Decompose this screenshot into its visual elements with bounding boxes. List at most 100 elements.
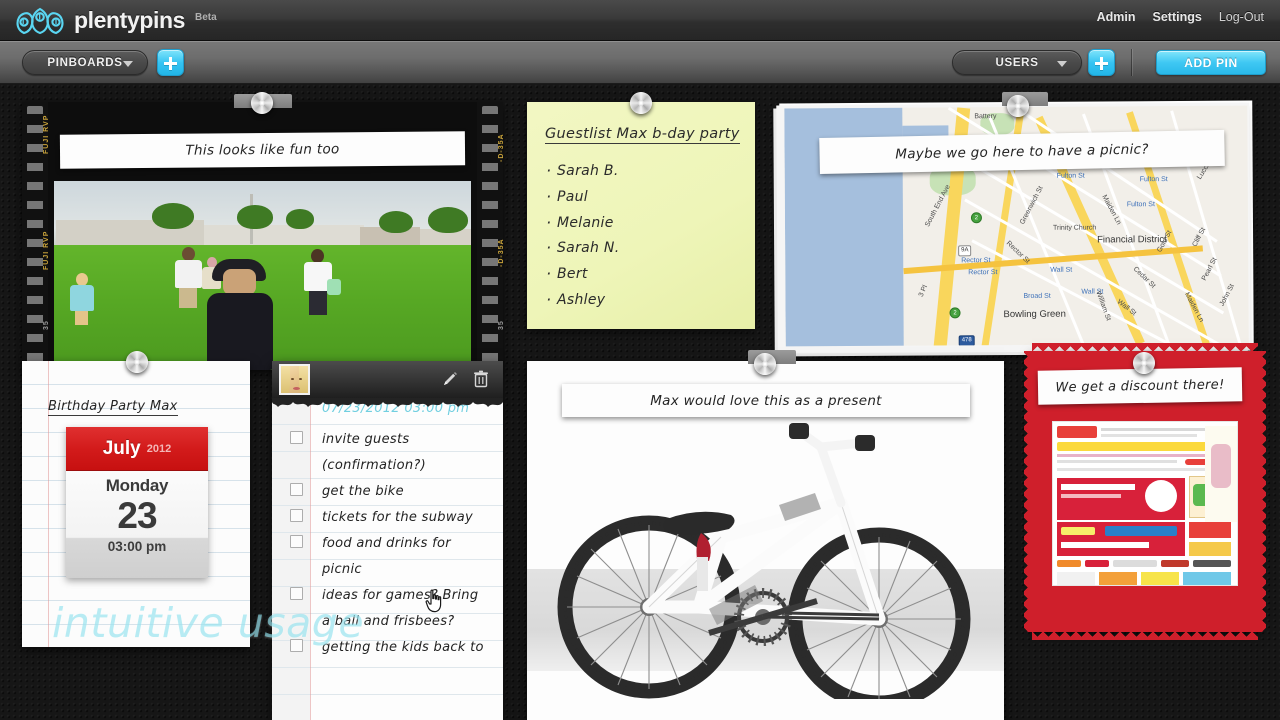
checklist-item[interactable]: invite guests [272,427,503,453]
pin-card-video[interactable]: FUJI RVP FUJI RVP 35 -D-35A -D-35A 35 Th… [22,92,503,370]
users-dropdown[interactable]: USERS [952,50,1082,75]
plentypins-pins-crown-logo-icon [16,7,64,35]
map-label: Broad St [1023,292,1051,300]
metal-pin-icon[interactable] [754,353,776,375]
pinboards-dropdown[interactable]: PINBOARDS [22,50,148,75]
map-label: 3 Pl [917,284,930,298]
pin-card-calendar[interactable]: Birthday Party Max July 2012 Monday 23 0… [22,361,250,647]
chevron-down-icon [123,61,133,67]
checklist-item-label: invite guests [322,432,410,447]
checklist-item[interactable]: food and drinks for [272,531,503,557]
metal-pin-icon[interactable] [1133,352,1155,374]
app-name: plentypins [74,6,186,33]
card-toolbar [272,361,503,398]
metal-pin-icon[interactable] [630,92,652,114]
plentypins-app: plentypins Beta Admin Settings Log-Out P… [0,0,1280,720]
map-label: Bowling Green [1003,308,1066,321]
top-header-bar: plentypins Beta Admin Settings Log-Out [0,0,1280,41]
metal-pin-icon[interactable] [1007,95,1029,117]
beta-badge: Beta [195,12,217,23]
nav-log-out[interactable]: Log-Out [1219,10,1264,24]
calendar-weekday: Monday [105,476,169,495]
avatar[interactable] [279,364,310,395]
trash-icon[interactable] [473,370,489,388]
bicycle-photo[interactable] [549,409,983,699]
users-label: USERS [995,56,1039,69]
guestlist-title: Guestlist Max b-day party [545,126,740,144]
calendar-month-header: July 2012 [66,427,208,471]
pinboard-canvas: FUJI RVP FUJI RVP 35 -D-35A -D-35A 35 Th… [0,84,1280,720]
list-item: Ashley [545,287,735,314]
checklist-item[interactable]: tickets for the subway [272,505,503,531]
film-mark: 35 [498,320,503,330]
highway-shield: 9A [958,245,972,257]
add-user-button[interactable] [1088,49,1115,76]
checklist-item[interactable]: getting the kids back to [272,635,503,661]
pinboards-label: PINBOARDS [47,56,123,69]
calendar-time: 03:00 pm [107,539,167,554]
checklist-item[interactable]: get the bike [272,479,503,505]
nav-settings[interactable]: Settings [1153,10,1202,24]
toolbar-divider [1131,49,1132,76]
checklist-item-label: ideas for games? Bring [322,588,479,603]
checkbox[interactable] [290,535,303,548]
pin-card-bike[interactable]: Max would love this as a present [527,361,1004,720]
video-frame-thumbnail[interactable] [54,181,471,370]
calendar-title: Birthday Party Max [48,399,178,416]
film-mark: -D-35A [498,133,503,162]
app-logo[interactable]: plentypins Beta [14,3,217,37]
map-label: Wall St [1050,266,1073,274]
film-mark: -D-35A [498,238,503,267]
film-mark: 35 [43,320,48,330]
film-sprocket-left: FUJI RVP FUJI RVP 35 [22,102,48,370]
highway-shield: 478 [958,335,975,347]
film-mark: FUJI RVP [43,114,48,154]
add-pinboard-button[interactable] [157,49,184,76]
card-label: Max would love this as a present [562,384,970,417]
checkbox[interactable] [290,587,303,600]
calendar-body: Monday 23 03:00 pm [66,471,208,578]
checklist-item-label: tickets for the subway [322,510,474,525]
map-label: Fulton St [1139,176,1168,184]
card-label: This looks like fun too [59,131,466,169]
checklist-item-continuation: (confirmation?) [272,453,503,479]
checkbox[interactable] [290,509,303,522]
list-item: Bert [545,261,735,288]
checklist-item-continuation: a ball and frisbees? [272,609,503,635]
map-label: Fulton St [1126,201,1155,209]
calendar-year: 2012 [146,442,172,455]
calendar-widget: July 2012 Monday 23 03:00 pm [66,427,208,578]
checklist-item-continuation: picnic [272,557,503,583]
toolbar-bar: PINBOARDS USERS ADD PIN [0,41,1280,84]
torn-paper-edge [272,398,503,407]
map-label: Rector St [961,257,991,265]
checklist-item-label: getting the kids back to [322,640,484,655]
checklist-item-label: (confirmation?) [322,458,426,473]
calendar-month: July [102,437,141,459]
metal-pin-icon[interactable] [126,351,148,373]
route-marker: 2 [970,212,982,224]
calendar-day-number: 23 [117,495,157,536]
add-pin-button[interactable]: ADD PIN [1156,50,1266,75]
pin-card-guestlist[interactable]: Guestlist Max b-day party Sarah B. Paul … [527,102,755,329]
website-screenshot[interactable] [1052,421,1238,586]
pin-card-map[interactable]: Battery Cortlandt St Fulton St Fulton St… [773,100,1254,357]
film-sprocket-right: -D-35A -D-35A 35 [477,102,503,370]
checkbox[interactable] [290,639,303,652]
top-navigation: Admin Settings Log-Out [1097,10,1264,24]
checklist-item-label: food and drinks for [322,536,451,551]
nav-admin[interactable]: Admin [1097,10,1136,24]
checkbox[interactable] [290,431,303,444]
map-label: Financial District [1097,234,1167,246]
pin-card-checklist[interactable]: things to do for the party 07/23/2012 03… [272,361,503,720]
map-label: Battery [974,113,997,121]
checkbox[interactable] [290,483,303,496]
metal-pin-icon[interactable] [251,92,273,114]
checklist-item[interactable]: ideas for games? Bring [272,583,503,609]
list-item: Sarah B. [545,158,735,185]
film-mark: FUJI RVP [43,230,48,270]
map-label: Fulton St [1056,172,1085,180]
pin-card-coupon[interactable]: We get a discount there! [1024,343,1266,640]
pencil-icon[interactable] [441,370,459,388]
chevron-down-icon [1057,61,1067,67]
